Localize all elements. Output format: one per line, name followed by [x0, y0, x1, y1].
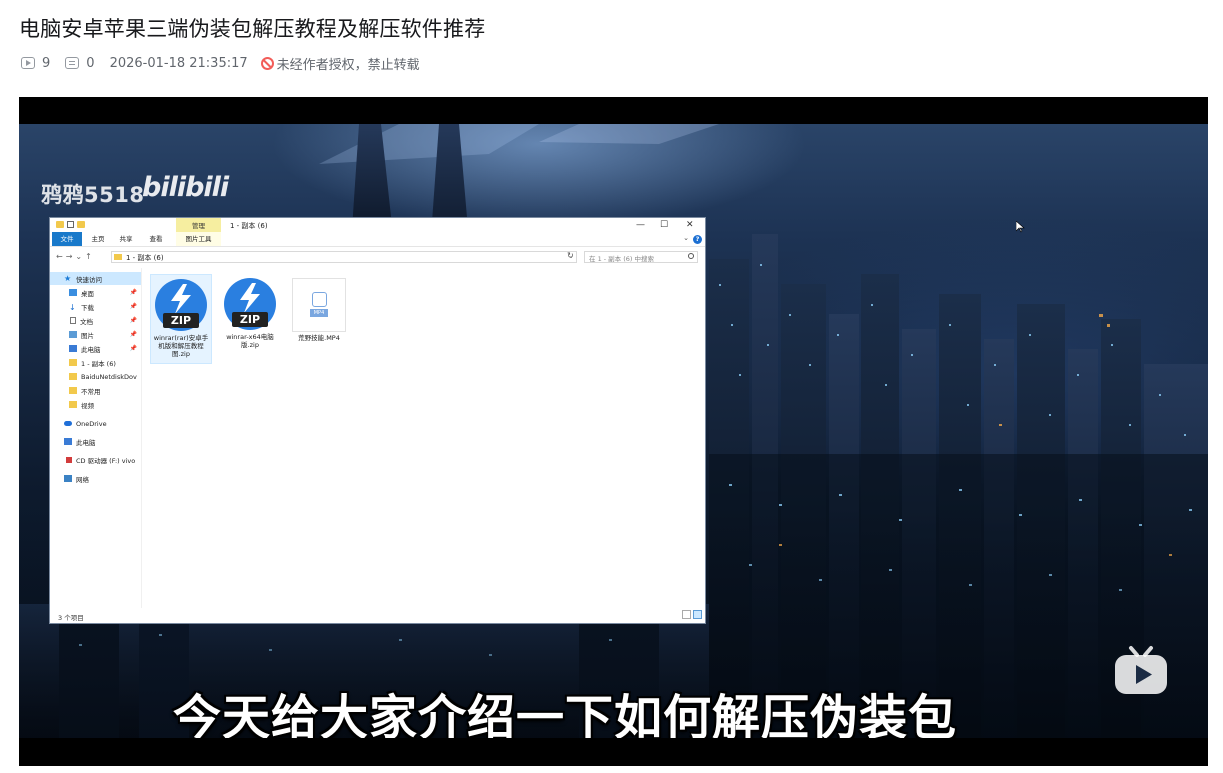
file-name: winrar-x64电脑版.zip	[226, 333, 274, 349]
page-title: 电脑安卓苹果三端伪装包解压教程及解压软件推荐	[19, 17, 486, 41]
file-item-zip-android: ZIP winrar(rar)安卓手机版和解压教程图.zip	[150, 274, 212, 364]
document-icon	[70, 317, 76, 324]
quick-access-toolbar	[56, 221, 85, 228]
zip-icon: ZIP	[155, 279, 207, 331]
mp4-icon: MP4	[292, 278, 346, 332]
folder-icon	[69, 373, 77, 380]
bilibili-logo: bilibili	[142, 172, 229, 203]
download-icon: ↓	[69, 303, 76, 312]
properties-icon	[67, 221, 74, 228]
pin-icon: 📌	[129, 317, 137, 324]
copyright-notice: 未经作者授权，禁止转载	[276, 57, 420, 73]
search-icon	[688, 253, 694, 259]
nav-item-videos: 视频	[50, 398, 141, 411]
address-bar: 1 - 副本 (6) ⌄	[111, 251, 577, 263]
new-folder-icon	[77, 221, 85, 228]
no-repost-icon	[260, 56, 274, 70]
zip-icon: ZIP	[224, 278, 276, 330]
search-placeholder: 在 1 - 副本 (6) 中搜索	[589, 255, 655, 263]
maximize-icon: ☐	[660, 220, 669, 230]
ribbon-tab-picture-tools: 图片工具	[176, 232, 221, 246]
nav-item-downloads: ↓ 下载 📌	[69, 303, 137, 312]
nav-item-cd-drive: CD 驱动器 (F:) vivo	[50, 453, 141, 466]
pin-icon: 📌	[129, 331, 137, 338]
refresh-icon: ↻	[567, 251, 574, 260]
nav-item-desktop: 桌面 📌	[50, 286, 141, 299]
ribbon-tab-view: 查看	[149, 235, 163, 243]
publish-date: 2026-01-18 21:35:17	[109, 55, 248, 71]
star-icon: ★	[64, 274, 72, 283]
explorer-titlebar: 管理 1 - 副本 (6) — ☐ ✕	[50, 218, 705, 232]
nav-item-this-pc-pinned: 此电脑 📌	[50, 342, 141, 355]
manage-tab: 管理	[176, 218, 221, 232]
nav-item-baidu: BaiduNetdiskDov	[50, 370, 141, 383]
explorer-window-title: 1 - 副本 (6)	[230, 222, 268, 230]
comment-count-icon	[65, 57, 80, 69]
folder-icon	[56, 221, 64, 228]
explorer-search-box: 在 1 - 副本 (6) 中搜索	[584, 251, 698, 263]
play-count-icon	[21, 57, 35, 69]
video-subtitle: 今天给大家介绍一下如何解压伪装包	[173, 690, 958, 738]
video-frame: 鸦鸦5518 bilibili 管理 1 - 副本 (6) — ☐ ✕ 文件 主…	[19, 124, 1208, 738]
minimize-icon: —	[636, 220, 645, 230]
mouse-cursor-icon	[1016, 221, 1025, 233]
nav-item-pictures: 图片 📌	[50, 328, 141, 341]
file-explorer-window: 管理 1 - 副本 (6) — ☐ ✕ 文件 主页 共享 查看 图片工具 ⌄ ?…	[50, 218, 705, 623]
address-row: ←→⌄↑ 1 - 副本 (6) ⌄ ↻ 在 1 - 副本 (6) 中搜索	[50, 247, 705, 267]
picture-icon	[69, 331, 77, 338]
play-count: 9	[42, 55, 51, 71]
video-meta: 9 0 2026-01-18 21:35:17 未经作者授权，禁止转载	[21, 53, 420, 73]
file-name: 荒野技能.MP4	[298, 334, 340, 342]
details-view-icon	[682, 610, 691, 619]
cd-icon	[66, 456, 72, 463]
file-item-zip-pc: ZIP winrar-x64电脑版.zip	[219, 274, 281, 349]
nav-item-this-pc: 此电脑	[50, 435, 141, 448]
folder-icon	[69, 401, 77, 408]
pin-icon: 📌	[129, 289, 137, 296]
folder-icon	[114, 254, 122, 260]
network-icon	[64, 475, 72, 482]
ribbon-tab-share: 共享	[119, 235, 133, 243]
desktop-icon	[69, 289, 77, 296]
explorer-ribbon: 文件 主页 共享 查看 图片工具 ⌄ ?	[50, 232, 705, 247]
cloud-icon	[64, 421, 72, 426]
navigation-pane: ★ 快速访问 桌面 📌 ↓ 下载 📌 文档 📌 图片 📌 此电脑 📌 1 - 副…	[50, 268, 142, 608]
nav-item-onedrive: OneDrive	[50, 417, 141, 430]
nav-arrows-icon: ←→⌄↑	[56, 252, 95, 261]
explorer-status: 3 个项目	[58, 614, 84, 622]
uploader-watermark: 鸦鸦5518	[41, 183, 145, 207]
video-player[interactable]: 鸦鸦5518 bilibili 管理 1 - 副本 (6) — ☐ ✕ 文件 主…	[19, 97, 1208, 766]
nav-item-unused: 不常用	[50, 384, 141, 397]
address-crumb: 1 - 副本 (6)	[126, 254, 164, 262]
ribbon-tab-file: 文件	[52, 232, 82, 246]
ribbon-tab-home: 主页	[91, 235, 105, 243]
pin-icon: 📌	[129, 345, 137, 352]
nav-item-documents: 文档 📌	[50, 314, 141, 327]
ribbon-expand-icon: ⌄	[683, 234, 689, 242]
view-toggle	[682, 610, 702, 619]
computer-icon	[69, 345, 77, 352]
help-icon: ?	[693, 235, 702, 244]
file-item-mp4: MP4 荒野技能.MP4	[288, 275, 350, 342]
pin-icon: 📌	[129, 303, 137, 310]
large-icons-view-icon	[693, 610, 702, 619]
nav-item-folder-copy: 1 - 副本 (6)	[50, 356, 141, 369]
folder-icon	[69, 387, 77, 394]
nav-item-network: 网络	[50, 472, 141, 485]
computer-icon	[64, 438, 72, 445]
comment-count: 0	[86, 55, 95, 71]
bilibili-tv-icon	[1115, 646, 1167, 694]
nav-item-quick-access: ★ 快速访问	[50, 272, 141, 285]
close-icon: ✕	[686, 220, 694, 230]
folder-icon	[69, 359, 77, 366]
file-name: winrar(rar)安卓手机版和解压教程图.zip	[153, 334, 209, 358]
